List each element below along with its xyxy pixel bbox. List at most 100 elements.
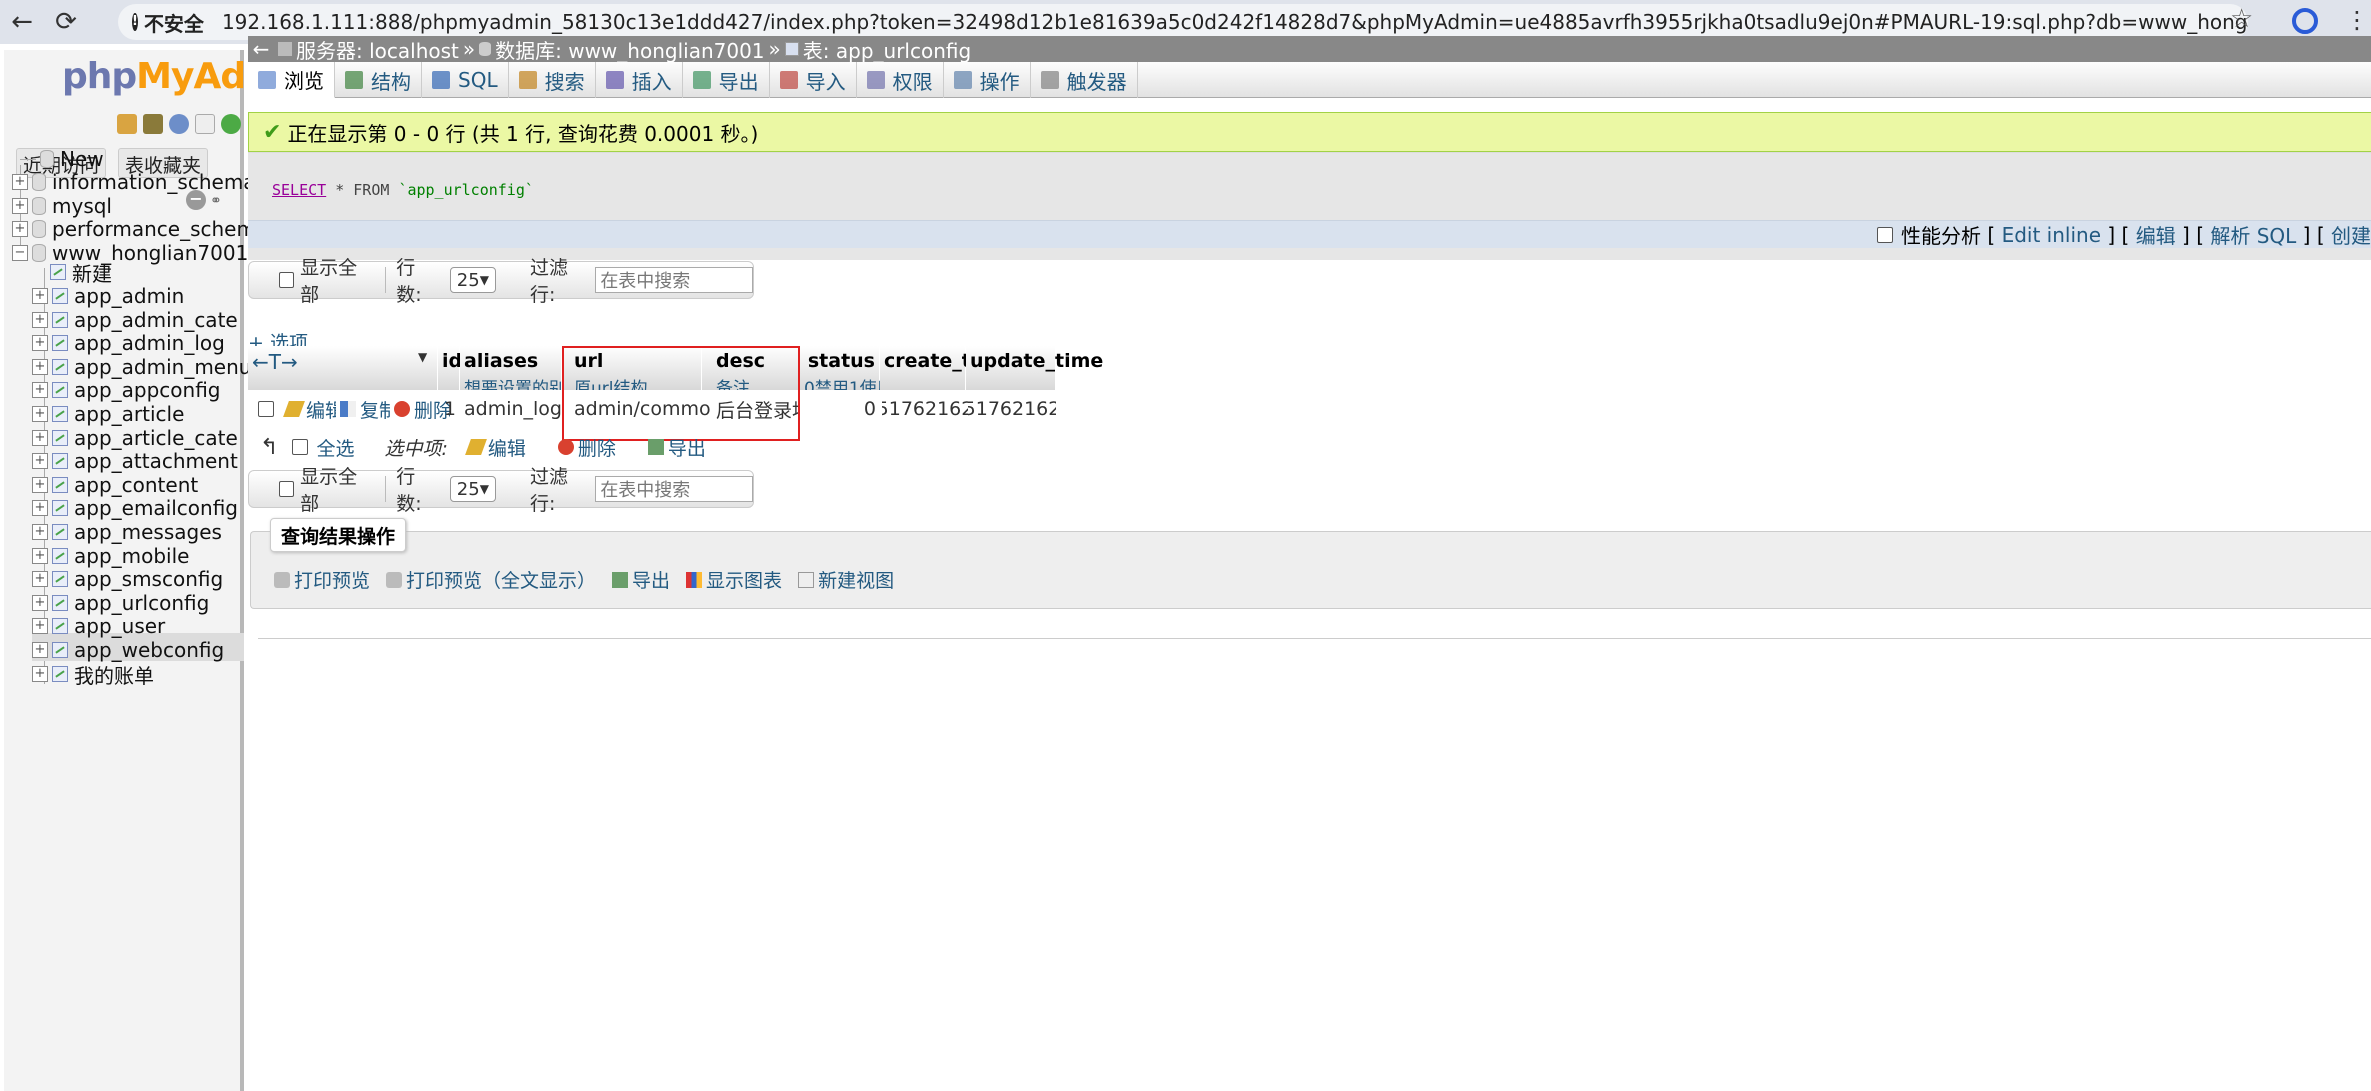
logout-icon[interactable] (143, 114, 163, 134)
reload-nav-icon[interactable] (221, 114, 241, 134)
expand-icon[interactable]: + (32, 477, 48, 493)
create-view-link[interactable]: 新建视图 (798, 566, 894, 593)
print-preview-link[interactable]: 打印预览 (274, 566, 370, 593)
column-header-update-time[interactable]: update_time (966, 346, 1103, 390)
breadcrumb-database[interactable]: 数据库: www_honglian7001 (495, 35, 764, 64)
collapse-sidebar-arrow-icon[interactable]: ← (248, 37, 274, 61)
rows-select[interactable]: 25 ▼ (449, 267, 496, 293)
tab-insert[interactable]: 插入 (596, 62, 683, 98)
expand-icon[interactable]: + (32, 288, 48, 304)
cell-create-time[interactable]: 1517621629 (882, 390, 968, 428)
edit-sql-link[interactable]: 编辑 (2136, 220, 2176, 249)
expand-icon[interactable]: + (32, 595, 48, 611)
link-icon[interactable]: ⚭ (210, 193, 222, 209)
sidebar-table-item[interactable]: + app_appconfig (32, 377, 221, 403)
collapse-icon[interactable]: − (12, 245, 28, 261)
rows-select-bottom[interactable]: 25 ▼ (449, 476, 496, 502)
menu-dots-icon[interactable]: ⋮ (2345, 6, 2369, 34)
select-all-link[interactable]: 全选 (316, 434, 354, 461)
expand-icon[interactable]: + (32, 359, 48, 375)
column-arrows-icon[interactable]: ←T→ (252, 350, 298, 374)
expand-icon[interactable]: + (32, 430, 48, 446)
expand-icon[interactable]: + (32, 642, 48, 658)
tree-new-table[interactable]: 新建 (50, 259, 112, 286)
expand-icon[interactable]: + (32, 312, 48, 328)
cell-aliases[interactable]: admin_login (460, 390, 562, 428)
tab-export[interactable]: 导出 (683, 62, 770, 98)
show-all-checkbox[interactable] (279, 272, 295, 288)
expand-icon[interactable]: + (32, 382, 48, 398)
sort-dropdown-icon[interactable]: ▼ (418, 350, 427, 364)
tab-search[interactable]: 搜索 (509, 62, 596, 98)
column-header-create-time[interactable]: create_time (880, 346, 1010, 390)
sidebar-table-item[interactable]: + app_article (32, 401, 184, 427)
sidebar-table-item[interactable]: + app_attachment (32, 448, 238, 474)
expand-icon[interactable]: + (32, 571, 48, 587)
bulk-edit-button[interactable]: 编辑 (464, 434, 526, 461)
expand-icon[interactable]: + (32, 548, 48, 564)
cell-id[interactable]: 1 (444, 390, 460, 428)
back-arrow-icon[interactable]: ← (0, 0, 44, 44)
export-link[interactable]: 导出 (612, 566, 670, 593)
explain-sql-link[interactable]: 解析 SQL (2210, 220, 2296, 249)
row-checkbox[interactable] (258, 401, 274, 417)
expand-icon[interactable]: + (32, 453, 48, 469)
sidebar-table-item[interactable]: + app_smsconfig (32, 566, 223, 592)
expand-icon[interactable]: + (32, 666, 48, 682)
tree-db-performance-schema[interactable]: + performance_schema (12, 216, 268, 242)
print-full-link[interactable]: 打印预览（全文显示） (386, 566, 596, 593)
tab-sql[interactable]: SQL (422, 62, 509, 98)
row-copy-link[interactable]: 复制 (340, 396, 390, 423)
tab-triggers[interactable]: 触发器 (1031, 62, 1138, 98)
expand-icon[interactable]: + (32, 618, 48, 634)
column-header-status[interactable]: status 0禁用1使用 (800, 346, 894, 399)
column-header-id[interactable]: id (438, 346, 462, 390)
help-icon[interactable] (169, 114, 189, 134)
row-edit-link[interactable]: 编辑 (283, 396, 336, 423)
profiling-checkbox[interactable] (1877, 226, 1894, 243)
column-header-aliases[interactable]: aliases 想要设置的别名 (460, 346, 583, 399)
sidebar-table-item[interactable]: + app_emailconfig (32, 495, 238, 521)
expand-icon[interactable]: + (12, 221, 28, 237)
filter-rows-input[interactable]: 在表中搜索 (595, 267, 753, 293)
filter-rows-input-bottom[interactable]: 在表中搜索 (595, 476, 753, 502)
tab-privileges[interactable]: 权限 (857, 62, 944, 98)
display-chart-link[interactable]: 显示图表 (686, 566, 782, 593)
cell-update-time[interactable]: 1517621629 (968, 390, 1056, 428)
expand-icon[interactable]: + (12, 198, 28, 214)
tree-db-information-schema[interactable]: + information_schema (12, 169, 256, 195)
sidebar-table-item[interactable]: + 我的账单 (32, 661, 154, 688)
tab-operations[interactable]: 操作 (944, 62, 1031, 98)
extension-icon[interactable] (2292, 8, 2318, 34)
sql-query-text[interactable]: SELECT * FROM `app_urlconfig` (272, 181, 534, 199)
breadcrumb-server[interactable]: 服务器: localhost (296, 35, 459, 64)
tab-browse[interactable]: 浏览 (248, 62, 335, 98)
sidebar-table-item[interactable]: + app_admin_log (32, 330, 225, 356)
row-delete-link[interactable]: 删除 (394, 396, 450, 423)
bulk-export-button[interactable]: 导出 (647, 434, 706, 461)
expand-icon[interactable]: + (32, 335, 48, 351)
create-php-link[interactable]: 创建 (2331, 220, 2371, 249)
show-all-checkbox-bottom[interactable] (279, 481, 295, 497)
tab-import[interactable]: 导入 (770, 62, 857, 98)
breadcrumb-table[interactable]: 表: app_urlconfig (803, 35, 971, 64)
bookmark-star-icon[interactable]: ☆ (2230, 4, 2253, 34)
bulk-delete-button[interactable]: 删除 (557, 434, 616, 461)
reload-icon[interactable]: ⟳ (44, 0, 88, 44)
home-icon[interactable] (117, 114, 137, 134)
sidebar-table-item[interactable]: + app_user (32, 613, 165, 639)
expand-icon[interactable]: + (32, 406, 48, 422)
tab-structure[interactable]: 结构 (335, 62, 422, 98)
select-all-checkbox[interactable] (292, 439, 309, 455)
docs-icon[interactable] (195, 114, 215, 134)
expand-icon[interactable]: + (32, 500, 48, 516)
table-icon (52, 288, 68, 304)
import-icon (779, 71, 798, 89)
sidebar-table-item[interactable]: + app_admin (32, 283, 184, 309)
expand-icon[interactable]: + (12, 174, 28, 190)
expand-icon[interactable]: + (32, 524, 48, 540)
edit-inline-link[interactable]: Edit inline (2002, 223, 2101, 247)
cell-status[interactable]: 0 (800, 390, 880, 428)
tree-db-www-honglian7001[interactable]: − www_honglian7001 (12, 240, 248, 266)
sidebar-table-item[interactable]: + app_messages (32, 519, 222, 545)
